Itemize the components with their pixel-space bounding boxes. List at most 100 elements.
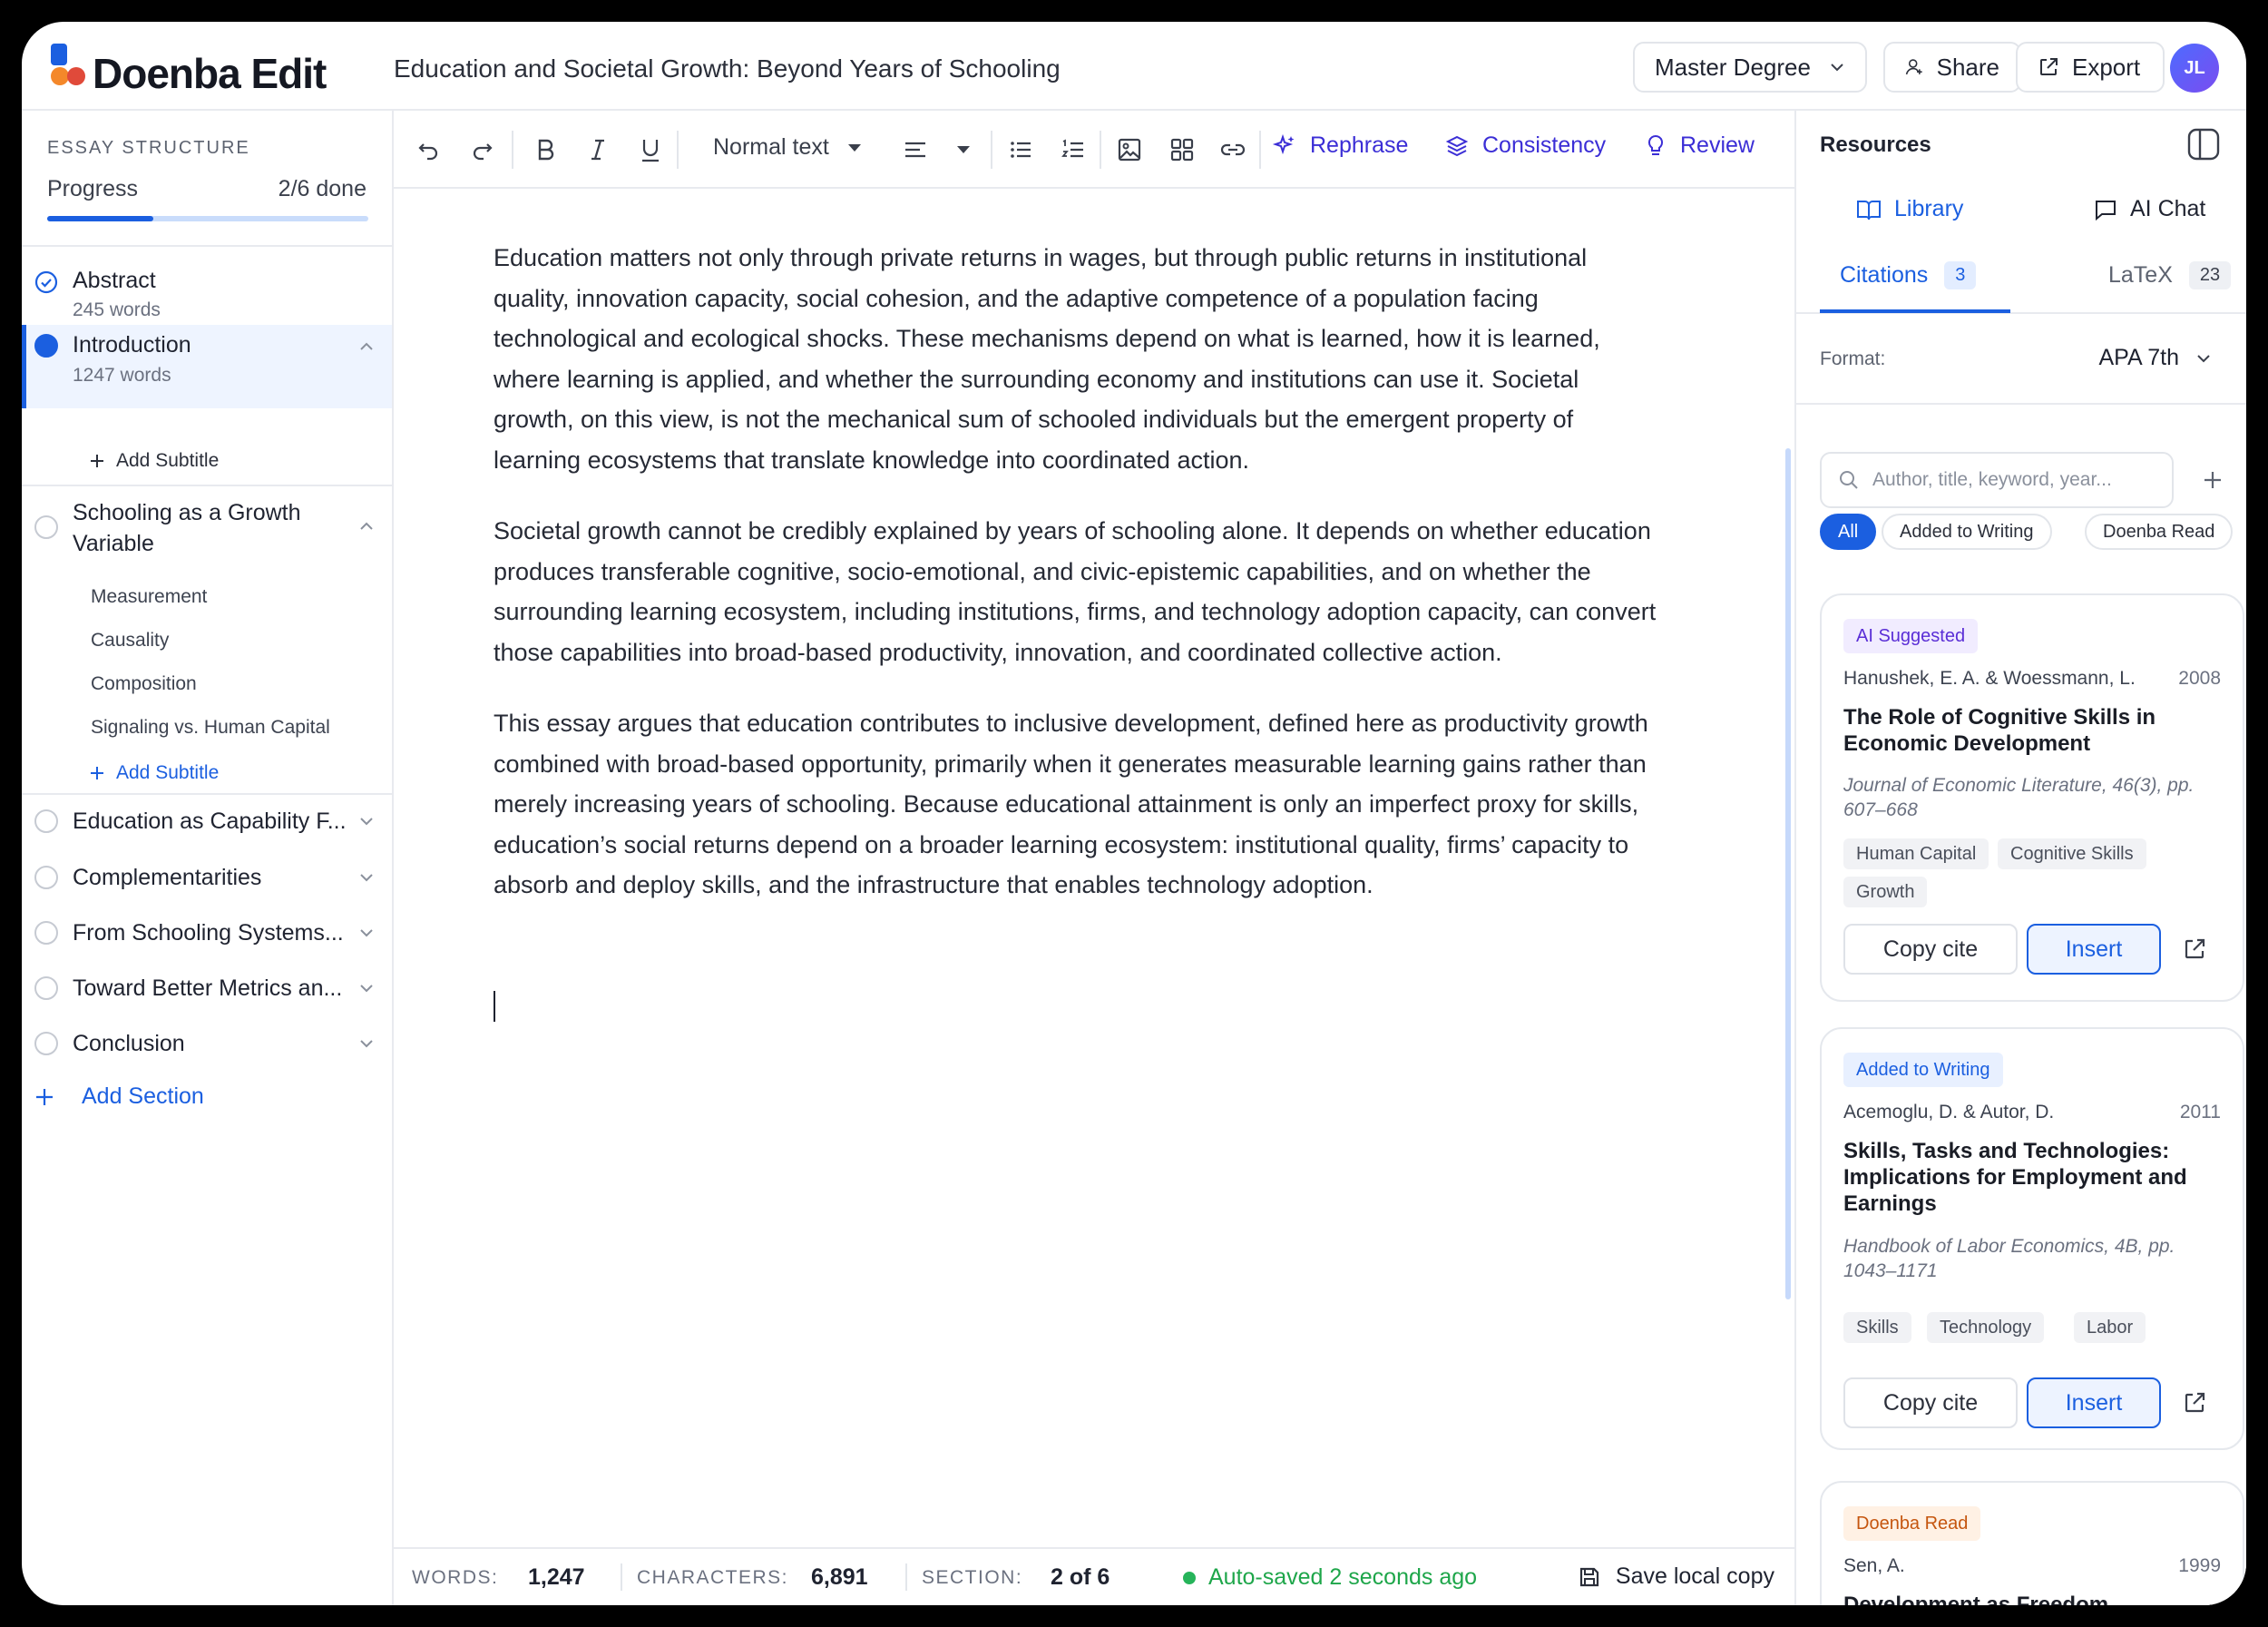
share-button[interactable]: Share: [1883, 42, 2021, 93]
latex-count: 23: [2188, 261, 2232, 289]
toolbar-separator: [512, 131, 513, 169]
caret-down-icon[interactable]: [956, 136, 971, 163]
export-button[interactable]: Export: [2016, 42, 2165, 93]
insert-button[interactable]: Insert: [2027, 1377, 2161, 1428]
filter-all[interactable]: All: [1820, 514, 1877, 550]
plus-icon: [36, 1088, 53, 1105]
section-abstract[interactable]: Abstract 245 words: [22, 263, 392, 320]
redo-icon[interactable]: [468, 136, 495, 163]
citation-title: The Role of Cognitive Skills in Economic…: [1843, 705, 2156, 756]
tag: Technology: [1927, 1312, 2045, 1343]
external-link-icon[interactable]: [2181, 936, 2208, 963]
numbered-list-icon[interactable]: [1060, 136, 1087, 163]
subsection-causality[interactable]: Causality: [91, 630, 169, 652]
empty-circle-icon: [34, 515, 58, 539]
image-icon[interactable]: [1116, 136, 1143, 163]
divider: [22, 485, 392, 486]
section-complementarities[interactable]: Complementarities: [22, 857, 392, 898]
tab-ai-chat[interactable]: AI Chat: [2094, 196, 2205, 222]
external-link-icon[interactable]: [2181, 1389, 2208, 1416]
top-bar: Doenba Edit Education and Societal Growt…: [22, 22, 2246, 111]
citation-year: 2011: [2179, 1102, 2221, 1122]
section-conclusion[interactable]: Conclusion: [22, 1023, 392, 1064]
tag: Cognitive Skills: [1998, 838, 2146, 869]
document-title[interactable]: Education and Societal Growth: Beyond Ye…: [394, 54, 1061, 83]
citation-format-select[interactable]: APA 7th: [2099, 345, 2213, 371]
section-better-metrics[interactable]: Toward Better Metrics an...: [22, 967, 392, 1009]
characters-label: CHARACTERS:: [637, 1567, 789, 1588]
bold-icon[interactable]: [532, 136, 559, 163]
filter-doenba-read[interactable]: Doenba Read: [2085, 514, 2234, 550]
section-title: From Schooling Systems...: [73, 920, 344, 946]
user-avatar[interactable]: JL: [2170, 44, 2219, 93]
subsection-measurement[interactable]: Measurement: [91, 586, 207, 608]
citation-year: 1999: [2178, 1555, 2221, 1576]
tab-library-label: Library: [1894, 196, 1964, 221]
sidebar-toggle-icon[interactable]: [2186, 127, 2221, 162]
underline-icon[interactable]: [637, 136, 664, 163]
save-icon: [1579, 1567, 1598, 1586]
table-grid-icon[interactable]: [1168, 136, 1196, 163]
character-count: 6,891: [811, 1564, 868, 1590]
tab-citations[interactable]: Citations 3: [1840, 261, 1977, 289]
undo-icon[interactable]: [415, 136, 443, 163]
degree-select[interactable]: Master Degree: [1633, 42, 1867, 93]
copy-cite-button[interactable]: Copy cite: [1843, 924, 2018, 975]
autosave-text: Auto-saved 2 seconds ago: [1208, 1564, 1478, 1590]
italic-icon[interactable]: [584, 136, 611, 163]
add-subtitle-button[interactable]: Add Subtitle: [89, 762, 219, 784]
bullet-list-icon[interactable]: [1007, 136, 1034, 163]
text-style-select[interactable]: Normal text: [713, 134, 862, 161]
document-body[interactable]: Education matters not only through priva…: [494, 238, 1664, 936]
section-schooling-systems[interactable]: From Schooling Systems...: [22, 912, 392, 954]
section-schooling[interactable]: Schooling as a Growth Variable: [22, 495, 392, 564]
chevron-down-icon[interactable]: [357, 979, 376, 997]
chevron-down-icon[interactable]: [357, 1034, 376, 1053]
section-capability[interactable]: Education as Capability F...: [22, 800, 392, 842]
link-icon[interactable]: [1219, 136, 1246, 163]
section-title: Abstract: [73, 268, 156, 293]
add-citation-icon[interactable]: [2199, 466, 2226, 494]
empty-circle-icon: [34, 866, 58, 889]
align-left-icon[interactable]: [902, 136, 929, 163]
review-button[interactable]: Review: [1644, 132, 1755, 159]
consistency-button[interactable]: Consistency: [1444, 132, 1606, 159]
active-dot-icon: [34, 334, 58, 358]
search-input[interactable]: [1872, 469, 2145, 491]
sparkles-icon: [1272, 133, 1295, 154]
chevron-down-icon[interactable]: [357, 868, 376, 887]
citation-card[interactable]: Added to Writing Acemoglu, D. & Autor, D…: [1820, 1027, 2244, 1450]
section-introduction[interactable]: Introduction 1247 words: [22, 325, 392, 408]
tab-latex[interactable]: LaTeX 23: [2108, 261, 2232, 289]
citation-card[interactable]: AI Suggested Hanushek, E. A. & Woessmann…: [1820, 593, 2244, 1002]
add-section-button[interactable]: Add Section: [34, 1083, 204, 1110]
chevron-down-icon[interactable]: [357, 924, 376, 942]
citations-label: Citations: [1840, 262, 1929, 288]
filter-added-to-writing[interactable]: Added to Writing: [1882, 514, 2052, 550]
insert-button[interactable]: Insert: [2027, 924, 2161, 975]
citation-authors: Acemoglu, D. & Autor, D.: [1843, 1102, 2055, 1122]
add-subtitle-button[interactable]: Add Subtitle: [89, 450, 219, 472]
paragraph[interactable]: Societal growth cannot be credibly expla…: [494, 511, 1664, 672]
scrollbar[interactable]: [1785, 448, 1791, 1299]
chevron-up-icon[interactable]: [357, 338, 376, 356]
section-title: Education as Capability F...: [73, 809, 347, 834]
format-value: APA 7th: [2098, 345, 2180, 370]
chevron-up-icon[interactable]: [357, 517, 376, 535]
tab-library[interactable]: Library: [1856, 196, 1963, 222]
chevron-down-icon[interactable]: [357, 812, 376, 830]
rephrase-button[interactable]: Rephrase: [1272, 132, 1408, 159]
paragraph[interactable]: This essay argues that education contrib…: [494, 703, 1664, 906]
citation-search[interactable]: [1820, 452, 2174, 508]
structure-heading: ESSAY STRUCTURE: [47, 138, 250, 158]
citation-card[interactable]: Doenba Read Sen, A. 1999 Development as …: [1820, 1481, 2244, 1605]
subsection-signaling[interactable]: Signaling vs. Human Capital: [91, 717, 330, 739]
add-subtitle-label: Add Subtitle: [116, 762, 220, 783]
save-local-button[interactable]: Save local copy: [1578, 1563, 1774, 1590]
search-icon: [1840, 471, 1858, 489]
paragraph[interactable]: Education matters not only through priva…: [494, 238, 1664, 480]
copy-cite-button[interactable]: Copy cite: [1843, 1377, 2018, 1428]
subsection-composition[interactable]: Composition: [91, 673, 197, 695]
section-word-count: 245 words: [73, 299, 161, 320]
citation-title: Skills, Tasks and Technologies: Implicat…: [1843, 1139, 2187, 1216]
